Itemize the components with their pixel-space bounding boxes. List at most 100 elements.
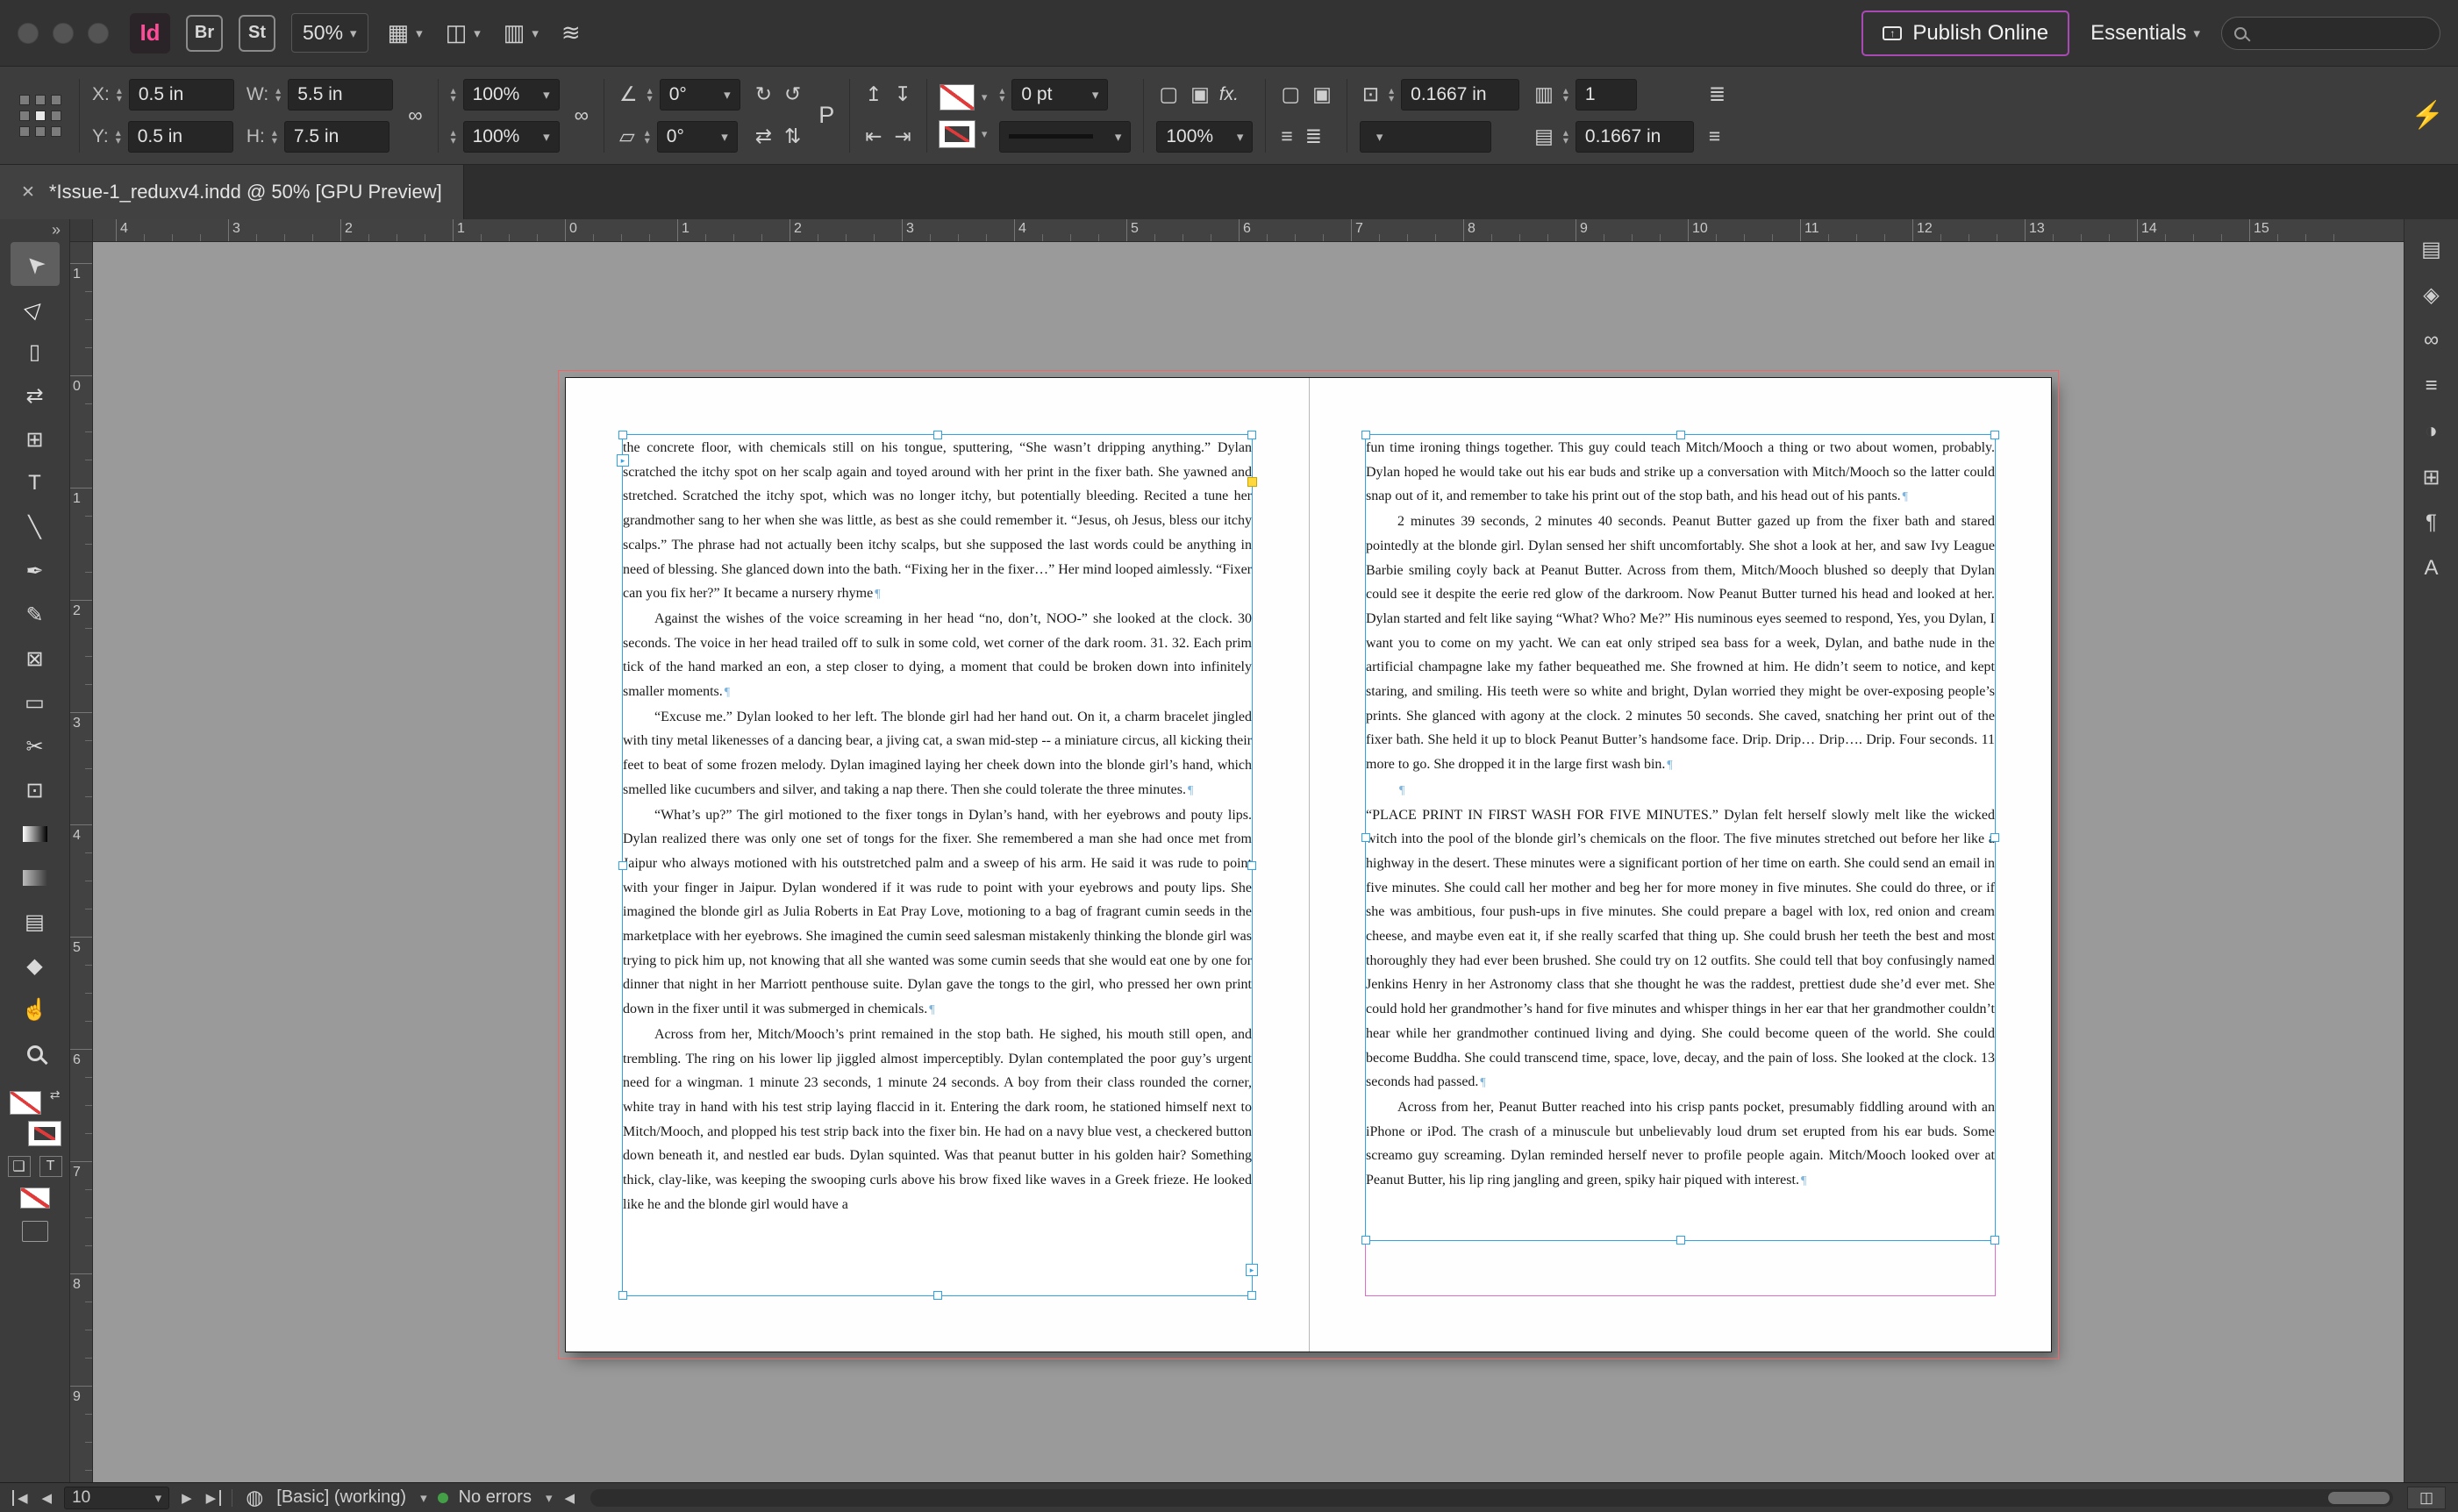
apply-none-button[interactable] [19, 1187, 50, 1209]
frame-handle[interactable] [1676, 1236, 1685, 1245]
tool-page[interactable]: ▯ [11, 330, 60, 374]
object-effects-icon[interactable]: ▢ [1156, 82, 1181, 106]
h-stepper[interactable] [272, 129, 277, 145]
shear-stepper[interactable] [645, 129, 650, 145]
stroke-color-swatch[interactable] [938, 119, 975, 148]
opacity-field[interactable]: 100% [1156, 120, 1254, 153]
zoom-window-button[interactable] [88, 22, 109, 44]
flip-vertical-icon[interactable]: ⇅ [782, 125, 804, 148]
tool-scissors[interactable]: ✂ [11, 724, 60, 768]
wrap-none-icon[interactable]: ▢ [1278, 82, 1303, 106]
swatches-panel-icon[interactable]: ⊞ [2409, 454, 2454, 500]
scrollbar-corner-button[interactable]: ◫ [2407, 1486, 2446, 1509]
tool-zoom[interactable] [11, 1031, 60, 1075]
document-tab[interactable]: ✕ *Issue-1_reduxv4.indd @ 50% [GPU Previ… [0, 165, 464, 219]
fill-proxy-swatch[interactable] [9, 1091, 41, 1115]
align-justify-icon[interactable]: ≣ [1303, 125, 1325, 148]
stroke-caret-icon[interactable]: ▾ [982, 127, 988, 141]
tool-direct-selection[interactable]: ▷ [11, 286, 60, 330]
next-page-button[interactable]: ▶ [180, 1490, 194, 1506]
stroke-panel-icon[interactable]: ≡ [2409, 363, 2454, 409]
gpu-preview-icon[interactable]: ≋ [558, 14, 584, 52]
frame-handle[interactable] [1361, 833, 1370, 842]
tool-gradient-swatch[interactable] [11, 812, 60, 856]
formatting-affects-container-icon[interactable]: ❑ [7, 1156, 31, 1177]
stock-button[interactable]: St [239, 14, 275, 52]
preflight-profile-menu[interactable]: [Basic] (working) [276, 1487, 426, 1508]
frame-handle[interactable] [1676, 431, 1685, 439]
gutter-stepper[interactable] [1563, 129, 1568, 145]
width-field[interactable]: 5.5 in [288, 78, 394, 111]
tool-selection[interactable]: ➤ [10, 242, 60, 286]
text-outport-icon[interactable]: ▸ [1246, 1264, 1258, 1276]
x-stepper[interactable] [117, 87, 122, 103]
frame-handle[interactable] [1247, 1291, 1256, 1300]
tool-gradient-feather[interactable] [11, 856, 60, 900]
text-inport-icon[interactable]: ▸ [617, 454, 629, 467]
fit-content-to-frame-icon[interactable]: ↧ [892, 82, 914, 106]
pages-panel-icon[interactable]: ▤ [2409, 226, 2454, 272]
tool-content-collector[interactable]: ⊞ [11, 417, 60, 461]
center-content-icon[interactable]: ⇤ [862, 125, 884, 148]
last-page-button[interactable]: ▶ [204, 1489, 222, 1506]
tool-hand[interactable]: ☝ [11, 988, 60, 1031]
fx-menu-button[interactable]: fx. [1219, 84, 1239, 105]
publish-online-button[interactable]: ↑ Publish Online [1861, 10, 2070, 56]
constrain-scale-icon[interactable]: ∞ [572, 103, 591, 127]
tool-type[interactable]: T [11, 461, 60, 505]
page-spread[interactable]: the concrete floor, with chemicals still… [558, 370, 2059, 1359]
line-style-select[interactable] [1359, 120, 1491, 153]
gpu-performance-icon[interactable]: ⚡ [2412, 100, 2444, 131]
screen-mode-button[interactable]: ◫ [442, 14, 484, 52]
close-tab-icon[interactable]: ✕ [21, 182, 35, 203]
minimize-window-button[interactable] [53, 22, 74, 44]
tool-line[interactable]: ╲ [11, 505, 60, 549]
horizontal-scrollbar[interactable] [590, 1488, 2393, 1507]
fill-caret-icon[interactable]: ▾ [982, 90, 988, 104]
frame-handle[interactable] [1247, 860, 1256, 870]
frame-handle[interactable] [1361, 1236, 1370, 1245]
rotation-stepper[interactable] [647, 87, 653, 103]
pasteboard[interactable]: the concrete floor, with chemicals still… [93, 242, 2404, 1482]
tool-color-theme[interactable]: ◆ [11, 944, 60, 988]
scale-x-stepper[interactable] [451, 87, 456, 103]
columns-field[interactable]: 1 [1575, 78, 1637, 111]
arrange-documents-button[interactable]: ▥ [500, 14, 542, 52]
scale-y-field[interactable]: 100% [462, 120, 560, 153]
tool-free-transform[interactable]: ⊡ [11, 768, 60, 812]
scrollbar-thumb[interactable] [2328, 1491, 2390, 1504]
fit-content-proportionally-icon[interactable]: ⇥ [892, 125, 914, 148]
wrap-around-icon[interactable]: ▣ [1310, 82, 1334, 106]
color-panel-icon[interactable]: ◑ [2409, 409, 2454, 454]
character-styles-panel-icon[interactable]: A [2409, 546, 2454, 591]
fill-stroke-indicator[interactable]: ⇄ [9, 1088, 61, 1146]
tool-note[interactable]: ▤ [11, 900, 60, 944]
paragraph-styles-panel-icon[interactable]: ¶ [2409, 500, 2454, 546]
frame-handle[interactable] [932, 431, 942, 439]
scale-y-stepper[interactable] [451, 129, 456, 145]
frame-handle[interactable] [618, 860, 627, 870]
preflight-errors-menu[interactable]: No errors [459, 1487, 553, 1508]
text-frame-left[interactable]: the concrete floor, with chemicals still… [617, 431, 1258, 1300]
stroke-proxy-swatch[interactable] [27, 1121, 61, 1146]
ruler-origin-corner[interactable] [70, 219, 93, 241]
horizontal-ruler[interactable]: 4 3 2 1 0 1 2 3 4 5 6 7 8 9 10 11 12 13 14 15 [70, 219, 2404, 242]
flip-horizontal-icon[interactable]: ⇄ [753, 125, 775, 148]
y-position-field[interactable]: 0.5 in [127, 120, 233, 153]
vertical-ruler[interactable]: 1 0 1 2 3 4 5 6 7 8 9 [70, 242, 93, 1482]
stroke-weight-stepper[interactable] [999, 87, 1004, 103]
collapse-tools-icon[interactable]: » [0, 219, 69, 242]
frame-handle[interactable] [618, 1291, 627, 1300]
first-page-button[interactable]: ◀ [12, 1489, 30, 1506]
vertical-justify-top-icon[interactable]: ≣ [1706, 82, 1728, 106]
drop-shadow-icon[interactable]: ▣ [1188, 82, 1212, 106]
tool-rectangle[interactable]: ▭ [11, 681, 60, 724]
page-number-select[interactable]: 10 [64, 1486, 170, 1509]
tool-pen[interactable]: ✒ [11, 549, 60, 593]
frame-handle[interactable] [1990, 1236, 1999, 1245]
stroke-weight-field[interactable]: 0 pt [1011, 78, 1109, 111]
w-stepper[interactable] [275, 87, 281, 103]
inset-spacing-field[interactable]: 0.1667 in [1401, 78, 1520, 111]
layers-panel-icon[interactable]: ◈ [2409, 272, 2454, 317]
x-position-field[interactable]: 0.5 in [128, 78, 234, 111]
